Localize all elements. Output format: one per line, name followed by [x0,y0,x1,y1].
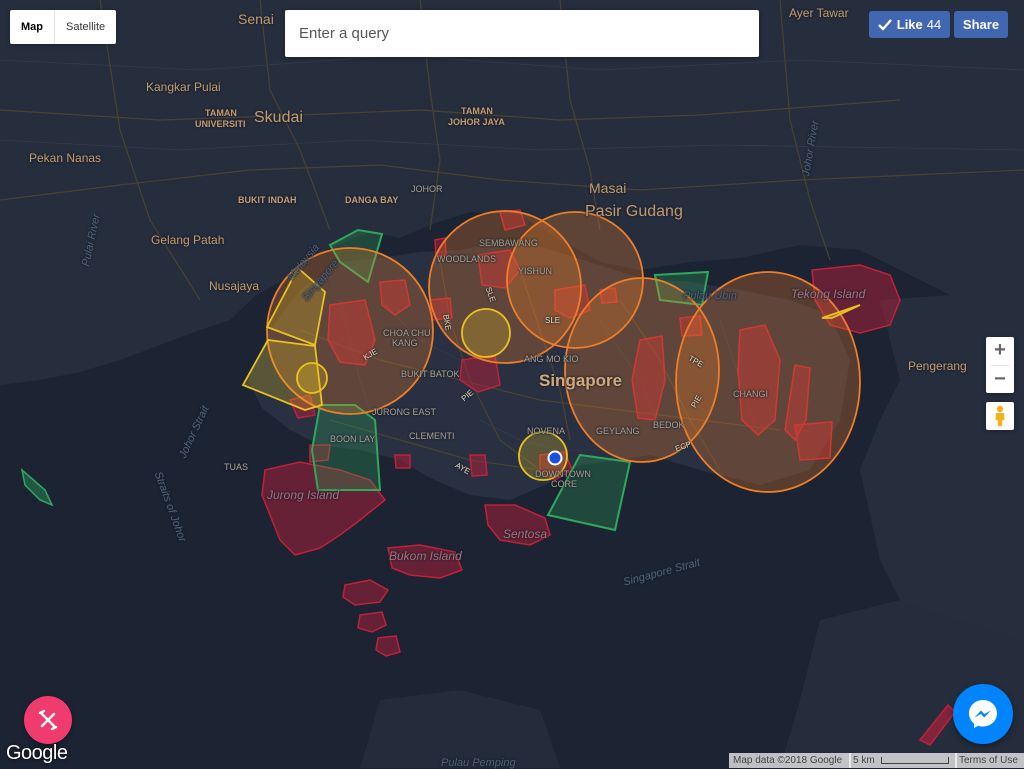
label-boon-lay: BOON LAY [330,434,376,444]
label-yishun: YISHUN [518,266,553,276]
label-woodlands: WOODLANDS [437,254,497,264]
map-type-map-button[interactable]: Map [10,10,55,44]
map-type-control: Map Satellite [10,10,117,44]
label-kang: KANG [392,338,418,348]
label-pulau-ubin: Pulau Ubin [683,290,737,302]
like-count: 44 [926,17,942,32]
like-label: Like [896,17,923,32]
drone-fab-button[interactable] [24,696,72,744]
label-gelang-patah: Gelang Patah [151,233,225,247]
label-pasir-gudang: Pasir Gudang [585,203,683,220]
label-tekong-island: Tekong Island [791,287,866,301]
label-taman-universiti-1: TAMAN [205,108,237,118]
label-masai: Masai [589,180,627,196]
label-nusajaya: Nusajaya [209,279,260,293]
location-dot [547,450,563,466]
google-logo: Google [6,742,68,764]
map-data-attribution: Map data ©2018 Google [729,753,851,768]
label-johor: JOHOR [411,184,443,194]
label-ayer-tawar: Ayer Tawar [789,6,849,20]
messenger-icon [969,700,997,728]
label-pekan-nanas: Pekan Nanas [29,151,102,165]
terms-of-use-link[interactable]: Terms of Use [955,753,1024,768]
label-pengerang: Pengerang [908,359,967,373]
label-sembawang: SEMBAWANG [479,238,538,248]
label-changi: CHANGI [733,389,769,399]
label-downtown: DOWNTOWN [535,469,591,479]
label-ang-mo-kio: ANG MO KIO [524,354,579,364]
street-view-pegman-button[interactable] [986,402,1014,430]
zoom-out-button[interactable]: − [986,366,1014,394]
drone-icon [38,709,58,731]
label-taman-johor-jaya-2: JOHOR JAYA [448,117,505,127]
label-senai: Senai [238,11,274,27]
label-pulau-pemping: Pulau Pemping [441,757,516,769]
map-type-satellite-button[interactable]: Satellite [55,10,116,44]
label-taman-johor-jaya-1: TAMAN [461,106,493,116]
label-danga-bay: DANGA BAY [345,195,399,205]
label-kangkar-pulai: Kangkar Pulai [146,80,221,94]
label-bukom-island: Bukom Island [389,549,462,563]
label-novena: NOVENA [527,426,566,436]
label-geylang: GEYLANG [596,426,640,436]
label-bukit-indah: BUKIT INDAH [238,195,297,205]
label-bedok: BEDOK [653,420,685,430]
search-box [285,10,759,57]
label-jurong-east: JURONG EAST [372,407,437,417]
facebook-like-button[interactable]: Like 44 [869,11,950,38]
label-sentosa: Sentosa [503,527,548,541]
map-canvas[interactable] [0,0,1024,768]
search-input[interactable] [285,10,753,57]
label-skudai: Skudai [254,109,303,126]
label-bukit-batok: BUKIT BATOK [401,369,460,379]
scale-line [881,756,950,764]
pegman-icon [995,405,1005,426]
label-core: CORE [551,479,578,489]
scale-bar[interactable]: 5 km [849,753,957,768]
label-jurong-island: Jurong Island [267,488,340,502]
messenger-chat-button[interactable] [953,684,1013,744]
checkmark-icon [877,18,892,31]
label-tuas: TUAS [224,462,249,472]
zoom-in-button[interactable]: + [986,337,1014,365]
highway-sle-2: SLE [545,316,561,325]
facebook-share-button[interactable]: Share [954,11,1008,38]
label-taman-universiti-2: UNIVERSITI [195,119,246,129]
label-singapore: Singapore [539,371,623,390]
zoom-control: + − [986,337,1014,393]
label-choa-chu: CHOA CHU [383,328,431,338]
label-clementi: CLEMENTI [409,431,455,441]
scale-label: 5 km [853,755,875,766]
